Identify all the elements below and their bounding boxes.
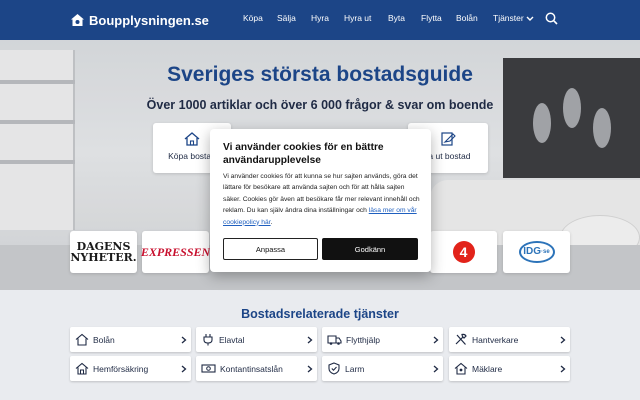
top-navigation-bar: Boupplysningen.se Köpa Sälja Hyra Hyra u… — [0, 0, 640, 40]
chevron-right-icon — [307, 336, 313, 343]
service-flytthjalp[interactable]: Flytthjälp — [322, 327, 443, 352]
house-icon — [75, 362, 89, 375]
service-bolan[interactable]: Bolån — [70, 327, 191, 352]
idg-wordmark: IDG — [523, 246, 542, 257]
nav-item-salja[interactable]: Sälja — [277, 13, 296, 23]
truck-icon — [327, 335, 342, 345]
expressen-wordmark: EXPRESSEN — [140, 244, 211, 259]
service-maklare[interactable]: Mäklare — [449, 356, 570, 381]
idg-logo: IDG ·se — [518, 241, 555, 263]
service-elavtal[interactable]: Elavtal — [196, 327, 317, 352]
nav-item-tjanster-label: Tjänster — [493, 13, 524, 23]
house-icon — [184, 132, 200, 146]
hero-title: Sveriges största bostadsguide — [167, 63, 473, 86]
press-logo-dagens-nyheter: DAGENS NYHETER. — [70, 231, 137, 273]
search-icon — [545, 12, 558, 25]
service-hemforsakring[interactable]: Hemförsäkring — [70, 356, 191, 381]
service-label: Larm — [345, 363, 365, 374]
cookie-adjust-button[interactable]: Anpassa — [223, 238, 318, 260]
house-key-icon — [454, 362, 468, 375]
chevron-right-icon — [181, 336, 187, 343]
nav-item-kopa[interactable]: Köpa — [243, 13, 263, 23]
service-label: Hemförsäkring — [93, 363, 149, 374]
plug-icon — [203, 334, 213, 346]
nav-item-flytta[interactable]: Flytta — [421, 13, 442, 23]
service-label: Elavtal — [219, 334, 245, 345]
press-logo-idg: IDG ·se — [503, 231, 570, 273]
cookie-dialog-title: Vi använder cookies för en bättre använd… — [223, 142, 384, 166]
service-larm[interactable]: Larm — [322, 356, 443, 381]
nav-item-tjanster[interactable]: Tjänster — [493, 13, 534, 23]
chevron-right-icon — [560, 365, 566, 372]
cookie-accept-button[interactable]: Godkänn — [322, 238, 418, 260]
service-label: Hantverkare — [472, 334, 519, 345]
sign-contract-icon — [441, 132, 456, 146]
nav-item-hyra[interactable]: Hyra — [311, 13, 329, 23]
tools-icon — [455, 333, 467, 345]
nav-item-bolan[interactable]: Bolån — [456, 13, 478, 23]
service-hantverkare[interactable]: Hantverkare — [449, 327, 570, 352]
money-icon — [201, 364, 216, 373]
chevron-down-icon — [526, 16, 534, 21]
main-nav: Köpa Sälja Hyra Hyra ut Byta Flytta Bolå… — [0, 0, 640, 40]
cookie-dialog-body: Vi använder cookies för att kunna se hur… — [223, 171, 423, 228]
chevron-right-icon — [181, 365, 187, 372]
press-logo-tv4: 4 — [430, 231, 497, 273]
cookie-body-period: . — [270, 218, 273, 226]
hero-subtitle: Över 1000 artiklar och över 6 000 frågor… — [146, 98, 494, 112]
service-label: Bolån — [93, 334, 115, 345]
house-icon — [75, 333, 89, 346]
tv4-logo: 4 — [452, 241, 475, 263]
chevron-right-icon — [433, 336, 439, 343]
dn-wordmark: DAGENS NYHETER. — [70, 241, 136, 263]
chevron-right-icon — [433, 365, 439, 372]
service-kontantinsatslan[interactable]: Kontantinsatslån — [196, 356, 317, 381]
idg-suffix: ·se — [541, 249, 550, 255]
dn-line-2: NYHETER. — [70, 251, 137, 264]
service-label: Kontantinsatslån — [220, 363, 283, 374]
service-label: Mäklare — [472, 363, 503, 374]
press-logo-expressen: EXPRESSEN — [140, 231, 211, 273]
cookie-consent-dialog: Vi använder cookies för en bättre använd… — [210, 129, 431, 272]
shield-icon — [328, 362, 340, 375]
chevron-right-icon — [307, 365, 313, 372]
services-title: Bostadsrelaterade tjänster — [241, 307, 399, 321]
chevron-right-icon — [560, 336, 566, 343]
nav-item-byta[interactable]: Byta — [388, 13, 405, 23]
service-label: Flytthjälp — [346, 334, 381, 345]
nav-item-hyra-ut[interactable]: Hyra ut — [344, 13, 371, 23]
search-button[interactable] — [545, 12, 558, 30]
